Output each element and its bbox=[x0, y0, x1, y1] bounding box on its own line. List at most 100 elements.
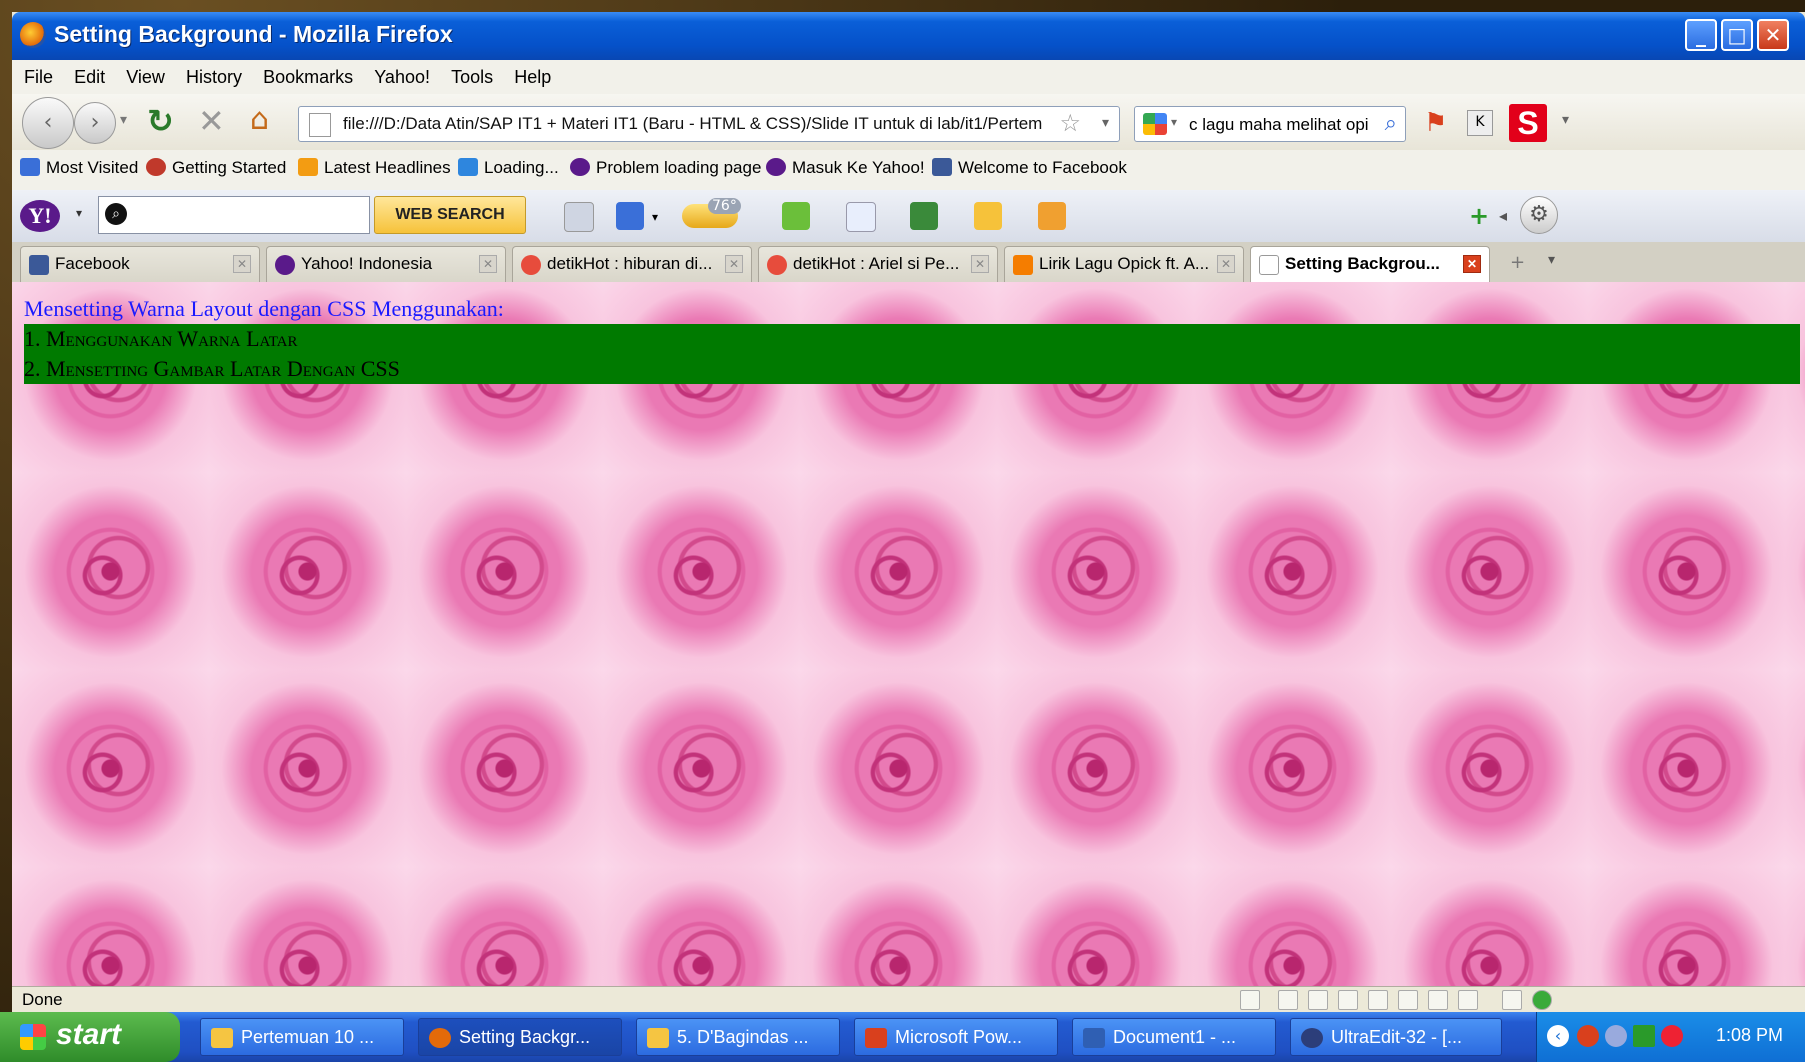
system-tray: ‹ 1:08 PM bbox=[1536, 1012, 1805, 1062]
yahoo-search-box[interactable]: ⌕ bbox=[98, 196, 370, 234]
weather-temp: 76° bbox=[708, 198, 741, 214]
menu-yahoo[interactable]: Yahoo! bbox=[374, 60, 430, 94]
magnifier-icon[interactable]: ⌕ bbox=[1385, 111, 1397, 136]
mail-icon[interactable] bbox=[616, 202, 644, 230]
radio-icon[interactable] bbox=[782, 202, 810, 230]
tab-list-dropdown-icon[interactable]: ▾ bbox=[1548, 252, 1555, 268]
search-engine-dropdown-icon[interactable]: ▾ bbox=[1171, 115, 1177, 129]
status-check-icon[interactable] bbox=[1458, 990, 1478, 1010]
status-ok-icon[interactable] bbox=[1532, 990, 1552, 1010]
antivirus-icon[interactable] bbox=[1577, 1025, 1599, 1047]
facebook-icon bbox=[29, 255, 49, 275]
mail-dropdown-icon[interactable]: ▾ bbox=[652, 210, 658, 224]
status-window-icon[interactable] bbox=[1428, 990, 1448, 1010]
forward-button[interactable]: › bbox=[74, 102, 116, 144]
games-icon[interactable] bbox=[910, 202, 938, 230]
status-tool-icon[interactable] bbox=[1308, 990, 1328, 1010]
search-bar[interactable]: ▾ ⌕ bbox=[1134, 106, 1406, 142]
menu-edit[interactable]: Edit bbox=[74, 60, 105, 94]
yahoo-logo-icon[interactable]: Y! bbox=[20, 200, 60, 232]
bookmark-loading[interactable]: Loading... bbox=[458, 158, 559, 178]
minimize-button[interactable]: _ bbox=[1685, 19, 1717, 51]
ebay-icon[interactable] bbox=[974, 202, 1002, 230]
navigation-toolbar: ‹ › ▾ ↻ ✕ ⌂ file:///D:/Data Atin/SAP IT1… bbox=[12, 94, 1805, 151]
tab-detikhot-hiburan[interactable]: detikHot : hiburan di... ✕ bbox=[512, 246, 752, 282]
amazon-icon[interactable] bbox=[1038, 202, 1066, 230]
bookmark-problem-loading[interactable]: Problem loading page bbox=[570, 158, 761, 178]
tray-expand-icon[interactable]: ‹ bbox=[1547, 1025, 1569, 1047]
task-label: Microsoft Pow... bbox=[895, 1027, 1023, 1047]
status-bar: Done bbox=[12, 986, 1805, 1013]
yahoo-mail-edit-icon[interactable] bbox=[564, 202, 594, 232]
addon-flag-icon[interactable]: ⚑ bbox=[1424, 108, 1447, 138]
home-icon[interactable]: ⌂ bbox=[250, 102, 269, 137]
yahoo-search-input[interactable] bbox=[133, 203, 363, 229]
tab-close-icon[interactable]: ✕ bbox=[479, 255, 497, 273]
menu-file[interactable]: File bbox=[24, 60, 53, 94]
addon-k-icon[interactable]: K bbox=[1467, 110, 1493, 136]
menu-history[interactable]: History bbox=[186, 60, 242, 94]
search-engine-icon[interactable] bbox=[1143, 113, 1167, 135]
flag-icon[interactable] bbox=[1661, 1025, 1683, 1047]
tab-lirik-lagu[interactable]: Lirik Lagu Opick ft. A... ✕ bbox=[1004, 246, 1244, 282]
start-button[interactable]: start bbox=[0, 1012, 180, 1062]
scroll-left-icon[interactable]: ◂ bbox=[1499, 206, 1507, 225]
add-button-icon[interactable]: + bbox=[1469, 202, 1489, 230]
menu-help[interactable]: Help bbox=[514, 60, 551, 94]
task-setting-background[interactable]: Setting Backgr... bbox=[418, 1018, 622, 1056]
url-dropdown-icon[interactable]: ▾ bbox=[1102, 115, 1109, 131]
menu-bookmarks[interactable]: Bookmarks bbox=[263, 60, 353, 94]
tab-close-icon[interactable]: ✕ bbox=[971, 255, 989, 273]
status-text: Done bbox=[22, 990, 63, 1009]
bookmark-getting-started[interactable]: Getting Started bbox=[146, 158, 286, 178]
tab-detikhot-ariel[interactable]: detikHot : Ariel si Pe... ✕ bbox=[758, 246, 998, 282]
bookmark-masuk-yahoo[interactable]: Masuk Ke Yahoo! bbox=[766, 158, 925, 178]
back-button[interactable]: ‹ bbox=[22, 97, 74, 149]
tab-close-icon[interactable]: ✕ bbox=[1463, 255, 1481, 273]
bookmark-facebook[interactable]: Welcome to Facebook bbox=[932, 158, 1127, 178]
status-page-icon[interactable] bbox=[1240, 990, 1260, 1010]
yahoo-menu-dropdown-icon[interactable]: ▾ bbox=[76, 206, 82, 220]
task-dbagindas[interactable]: 5. D'Bagindas ... bbox=[636, 1018, 840, 1056]
flickr-icon[interactable] bbox=[846, 202, 876, 232]
url-bar[interactable]: file:///D:/Data Atin/SAP IT1 + Materi IT… bbox=[298, 106, 1120, 142]
windows-flag-icon bbox=[20, 1024, 46, 1050]
menu-view[interactable]: View bbox=[126, 60, 165, 94]
task-pertemuan[interactable]: Pertemuan 10 ... bbox=[200, 1018, 404, 1056]
history-dropdown-icon[interactable]: ▾ bbox=[120, 112, 127, 128]
bookmark-most-visited[interactable]: Most Visited bbox=[20, 158, 138, 178]
task-powerpoint[interactable]: Microsoft Pow... bbox=[854, 1018, 1058, 1056]
signal-icon[interactable] bbox=[1633, 1025, 1655, 1047]
menu-tools[interactable]: Tools bbox=[451, 60, 493, 94]
star-icon[interactable]: ☆ bbox=[1059, 109, 1081, 137]
status-settings-icon[interactable] bbox=[1502, 990, 1522, 1010]
status-save-icon[interactable] bbox=[1338, 990, 1358, 1010]
web-search-button[interactable]: WEB SEARCH bbox=[374, 196, 526, 234]
status-print-icon[interactable] bbox=[1368, 990, 1388, 1010]
tab-close-icon[interactable]: ✕ bbox=[725, 255, 743, 273]
tab-facebook[interactable]: Facebook ✕ bbox=[20, 246, 260, 282]
stop-icon[interactable]: ✕ bbox=[198, 102, 225, 140]
addon-s-icon[interactable]: S bbox=[1509, 104, 1547, 142]
close-button[interactable]: ✕ bbox=[1757, 19, 1789, 51]
search-input[interactable] bbox=[1187, 112, 1371, 138]
tab-close-icon[interactable]: ✕ bbox=[233, 255, 251, 273]
tab-close-icon[interactable]: ✕ bbox=[1217, 255, 1235, 273]
new-tab-icon[interactable]: + bbox=[1510, 252, 1525, 273]
windows-taskbar: start Pertemuan 10 ... Setting Backgr...… bbox=[0, 1012, 1805, 1062]
task-ultraedit[interactable]: UltraEdit-32 - [... bbox=[1290, 1018, 1502, 1056]
settings-gear-icon[interactable]: ⚙ bbox=[1520, 196, 1558, 234]
tab-yahoo-indonesia[interactable]: Yahoo! Indonesia ✕ bbox=[266, 246, 506, 282]
toolbar-overflow-icon[interactable]: ▾ bbox=[1562, 112, 1569, 128]
status-edit-icon[interactable] bbox=[1278, 990, 1298, 1010]
title-bar[interactable]: Setting Background - Mozilla Firefox _ □… bbox=[12, 12, 1805, 60]
reload-icon[interactable]: ↻ bbox=[147, 102, 174, 140]
bookmark-latest-headlines[interactable]: Latest Headlines bbox=[298, 158, 451, 178]
tab-label: Lirik Lagu Opick ft. A... bbox=[1039, 254, 1210, 273]
task-label: 5. D'Bagindas ... bbox=[677, 1027, 809, 1047]
status-refresh-icon[interactable] bbox=[1398, 990, 1418, 1010]
task-document1[interactable]: Document1 - ... bbox=[1072, 1018, 1276, 1056]
tab-setting-background[interactable]: Setting Backgrou... ✕ bbox=[1250, 246, 1490, 283]
maximize-button[interactable]: □ bbox=[1721, 19, 1753, 51]
network-icon[interactable] bbox=[1605, 1025, 1627, 1047]
